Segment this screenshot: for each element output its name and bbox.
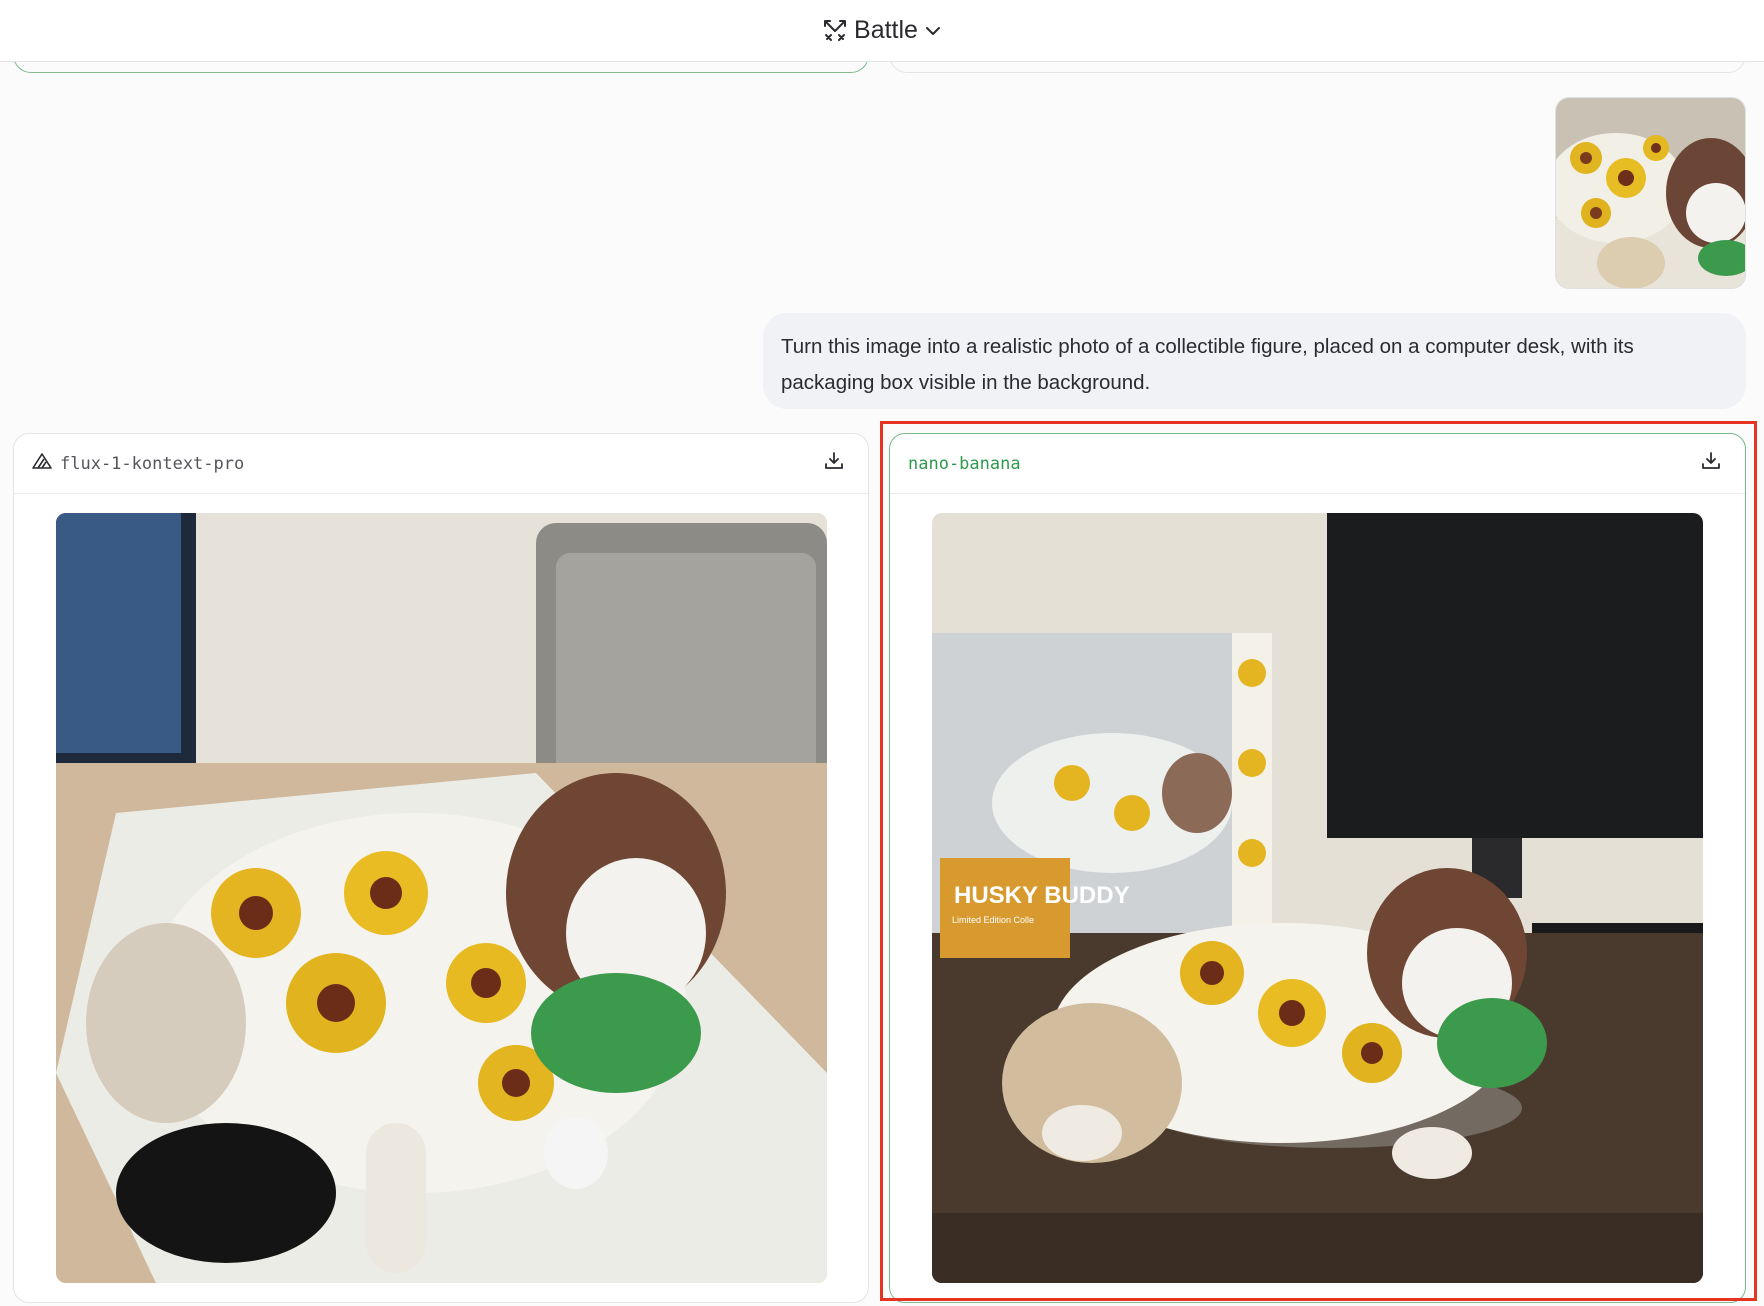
packaging-subtext: Limited Edition Colle [952, 915, 1034, 925]
download-button[interactable] [1697, 450, 1725, 478]
mode-selector[interactable]: Battle [822, 16, 942, 45]
triangle-logo-icon [32, 452, 52, 475]
model-name: nano-banana [908, 453, 1021, 474]
user-image-attachment[interactable] [1555, 97, 1746, 289]
user-prompt-message: Turn this image into a realistic photo o… [763, 313, 1746, 409]
generated-photo-flux [56, 513, 827, 1283]
model-name: flux-1-kontext-pro [60, 453, 245, 474]
response-card-b: nano-banana HUSKY BUDDY Limited Edition … [889, 433, 1746, 1303]
card-header: flux-1-kontext-pro [14, 434, 868, 494]
top-bar: Battle [0, 0, 1764, 62]
response-card-a: flux-1-kontext-pro [13, 433, 869, 1303]
download-icon [823, 450, 845, 477]
swords-icon [822, 18, 848, 44]
mode-label: Battle [854, 16, 918, 44]
card-header: nano-banana [890, 434, 1745, 494]
download-icon [1700, 450, 1722, 477]
chevron-down-icon [924, 22, 942, 40]
packaging-brand-text: HUSKY BUDDY [954, 882, 1130, 909]
generated-image-a[interactable] [56, 513, 827, 1283]
generated-image-b[interactable]: HUSKY BUDDY Limited Edition Colle [932, 513, 1703, 1283]
husky-photo-thumbnail [1556, 98, 1745, 288]
download-button[interactable] [820, 450, 848, 478]
generated-photo-nano-banana: HUSKY BUDDY Limited Edition Colle [932, 513, 1703, 1283]
